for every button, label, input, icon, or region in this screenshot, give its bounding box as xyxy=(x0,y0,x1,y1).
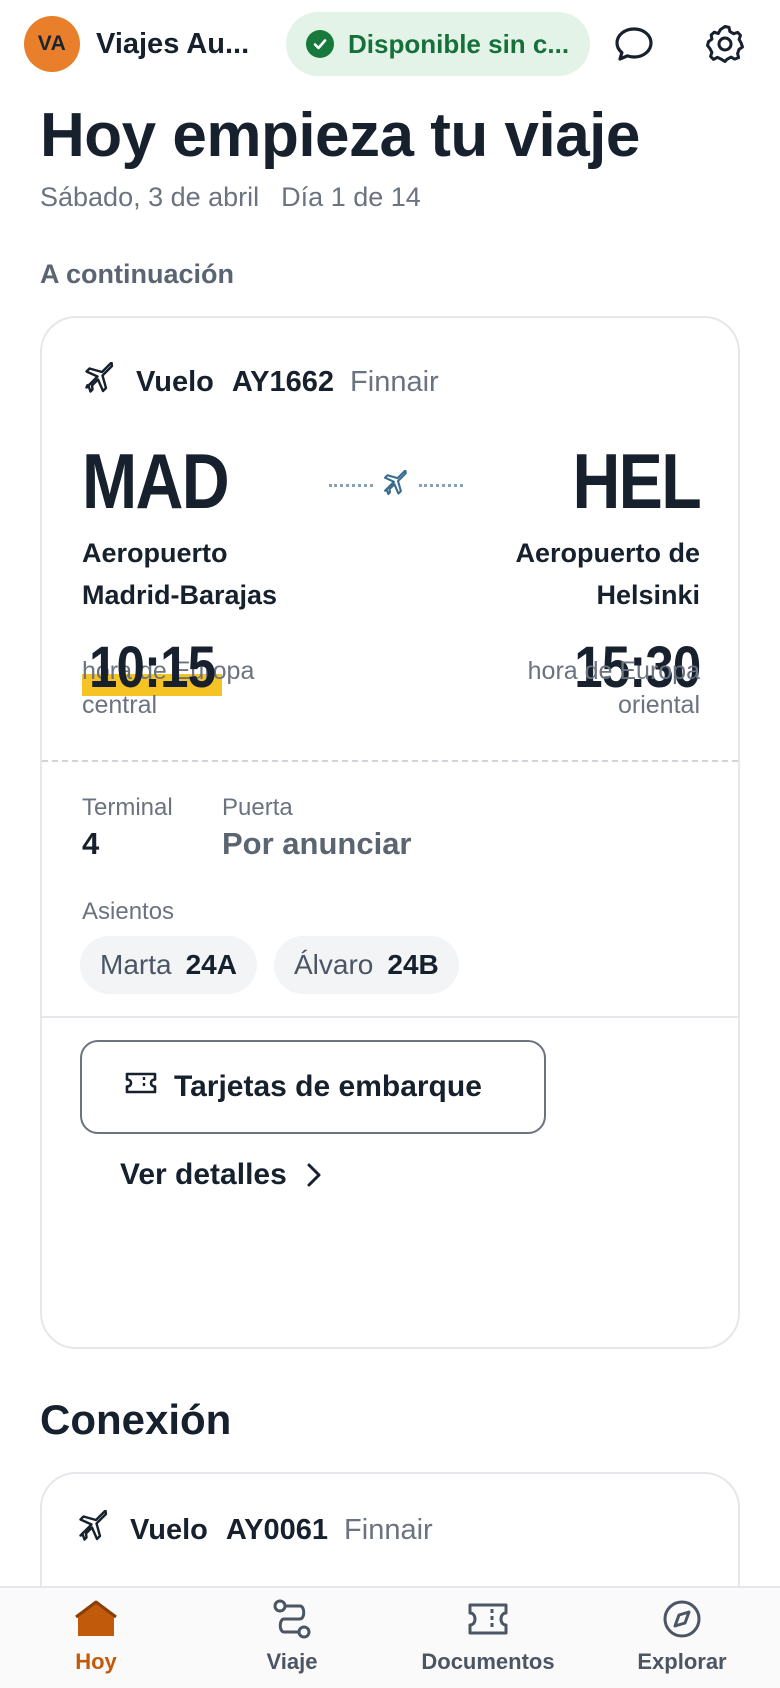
airplane-route-icon xyxy=(383,468,409,501)
nav-item-today[interactable]: Hoy xyxy=(64,1598,128,1675)
nav-item-documents[interactable]: Documentos xyxy=(418,1598,558,1675)
destination-airport: Aeropuerto de Helsinki xyxy=(400,532,700,616)
flight-label: Vuelo xyxy=(130,1513,208,1546)
connection-flight-header: Vuelo AY0061 Finnair xyxy=(78,1509,433,1550)
route-dots-right xyxy=(419,483,463,487)
passenger-name: Álvaro xyxy=(294,949,374,980)
nav-label: Explorar xyxy=(637,1649,727,1674)
home-icon xyxy=(74,1598,118,1645)
destination-airport-line2: Helsinki xyxy=(596,580,700,610)
chevron-right-icon xyxy=(307,1163,321,1187)
next-section-label: A continuación xyxy=(40,259,234,289)
flight-number: AY0061 xyxy=(225,1513,329,1546)
top-bar: VA Viajes Au... Disponible sin c... xyxy=(24,12,756,76)
origin-code: MAD xyxy=(82,437,230,525)
compass-icon xyxy=(660,1598,704,1645)
trip-day-counter: Día 1 de 14 xyxy=(281,182,421,212)
avatar[interactable]: VA xyxy=(24,16,80,72)
seat-chip: Marta 24A xyxy=(80,936,257,994)
flight-number: AY1662 xyxy=(231,365,335,398)
ticket-icon xyxy=(124,1069,158,1105)
airplane-icon xyxy=(84,361,116,402)
destination-airport-line1: Aeropuerto de xyxy=(515,538,700,568)
status-text: Disponible sin c... xyxy=(348,28,570,59)
agency-name[interactable]: Viajes Au... xyxy=(96,28,256,61)
destination-tz-line2: oriental xyxy=(618,691,700,719)
flight-header: Vuelo AY1662 Finnair xyxy=(84,361,439,402)
airplane-icon xyxy=(78,1509,110,1550)
boarding-passes-button[interactable]: Tarjetas de embarque xyxy=(80,1040,546,1134)
seat-number: 24B xyxy=(387,949,439,980)
availability-status-pill[interactable]: Disponible sin c... xyxy=(286,12,590,76)
terminal-label: Terminal xyxy=(82,794,173,821)
trip-date: Sábado, 3 de abril Día 1 de 14 xyxy=(40,182,421,213)
route-connector xyxy=(326,468,466,502)
gate-label: Puerta xyxy=(222,794,293,821)
departure-time-text: 10:15 xyxy=(89,635,216,700)
seat-chip: Álvaro 24B xyxy=(274,936,459,994)
route-dots-left xyxy=(329,483,373,487)
airline-name: Finnair xyxy=(344,1513,433,1546)
airline-name: Finnair xyxy=(350,365,439,398)
gear-icon[interactable] xyxy=(701,20,749,68)
nav-item-explore[interactable]: Explorar xyxy=(634,1598,730,1675)
flight-card[interactable]: Vuelo AY1662 Finnair MAD HEL Aeropuerto … xyxy=(40,316,740,1349)
terminal-value: 4 xyxy=(82,826,100,861)
divider xyxy=(42,1016,738,1018)
flight-label: Vuelo xyxy=(136,365,214,398)
seat-number: 24A xyxy=(185,949,237,980)
chat-bubble-icon[interactable] xyxy=(610,20,658,68)
view-details-label: Ver detalles xyxy=(120,1158,287,1191)
departure-time: 10:15 xyxy=(82,634,233,701)
route-icon xyxy=(270,1598,314,1645)
passenger-name: Marta xyxy=(100,949,172,980)
connection-heading: Conexión xyxy=(40,1396,232,1443)
date-text: Sábado, 3 de abril xyxy=(40,182,260,212)
nav-item-trip[interactable]: Viaje xyxy=(256,1598,328,1675)
origin-airport: Aeropuerto Madrid-Barajas xyxy=(82,532,382,616)
origin-airport-line2: Madrid-Barajas xyxy=(82,580,278,610)
gate-value: Por anunciar xyxy=(222,826,412,861)
nav-label: Hoy xyxy=(75,1649,117,1674)
nav-label: Viaje xyxy=(266,1649,318,1674)
ticket-icon xyxy=(466,1598,510,1645)
dashed-divider xyxy=(42,760,738,762)
nav-label: Documentos xyxy=(421,1649,555,1674)
destination-tz-line1: hora de Europa xyxy=(527,657,700,685)
destination-timezone: hora de Europa oriental xyxy=(440,654,700,722)
bottom-navigation: Hoy Viaje Documentos Explorar xyxy=(0,1586,780,1688)
check-circle-icon xyxy=(306,30,334,58)
page-title: Hoy empieza tu viaje xyxy=(40,101,640,170)
origin-airport-line1: Aeropuerto xyxy=(82,538,228,568)
destination-code: HEL xyxy=(572,437,702,525)
boarding-passes-label: Tarjetas de embarque xyxy=(174,1070,482,1103)
view-details-link[interactable]: Ver detalles xyxy=(120,1158,323,1192)
seats-label: Asientos xyxy=(82,898,175,925)
today-screen: VA Viajes Au... Disponible sin c... Hoy … xyxy=(0,0,780,1688)
